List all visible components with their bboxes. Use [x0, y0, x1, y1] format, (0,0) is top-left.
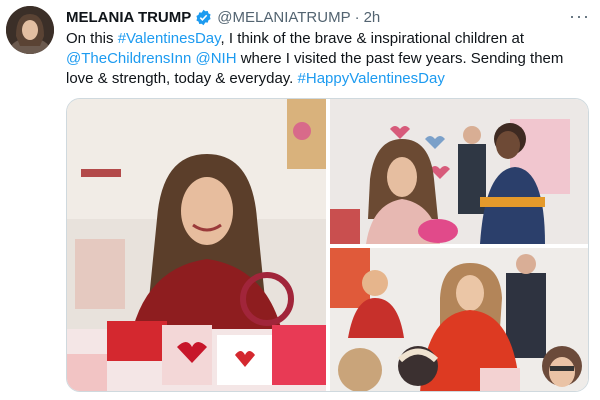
photo-3[interactable] [330, 248, 588, 391]
avatar-photo-icon [6, 6, 54, 54]
hashtag-valentinesday-link[interactable]: #ValentinesDay [118, 30, 221, 47]
verified-badge-icon [195, 9, 212, 26]
avatar[interactable] [6, 6, 54, 54]
text-segment: where I visited the past few years. Send… [236, 50, 564, 67]
hashtag-happyvalentinesday-link[interactable]: #HappyValentinesDay [298, 70, 445, 87]
timestamp[interactable]: 2h [364, 9, 381, 26]
tweet-card[interactable]: MELANIA TRUMP @MELANIATRUMP · 2h ··· On … [0, 0, 600, 400]
mention-childrensinn-link[interactable]: @TheChildrensInn [66, 50, 191, 67]
separator-dot: · [354, 8, 360, 26]
author-handle[interactable]: @MELANIATRUMP [217, 9, 350, 26]
photo-1[interactable] [67, 99, 326, 391]
more-icon[interactable]: ··· [569, 6, 590, 27]
photo-valentine-with-child-icon [330, 99, 588, 244]
tweet-header: MELANIA TRUMP @MELANIATRUMP · 2h [66, 7, 590, 27]
photo-2[interactable] [330, 99, 588, 244]
photo-valentine-crafts-group-icon [330, 248, 588, 391]
author-name[interactable]: MELANIA TRUMP [66, 9, 191, 26]
text-segment: , I think of the brave & inspirational c… [220, 30, 525, 47]
text-segment: On this [66, 30, 118, 47]
text-segment: love & strength, today & everyday. [66, 70, 298, 87]
media-grid [66, 98, 589, 392]
tweet-text: On this #ValentinesDay, I think of the b… [66, 29, 591, 89]
photo-valentine-crafts-table-icon [67, 99, 326, 391]
mention-nih-link[interactable]: @NIH [195, 50, 236, 67]
